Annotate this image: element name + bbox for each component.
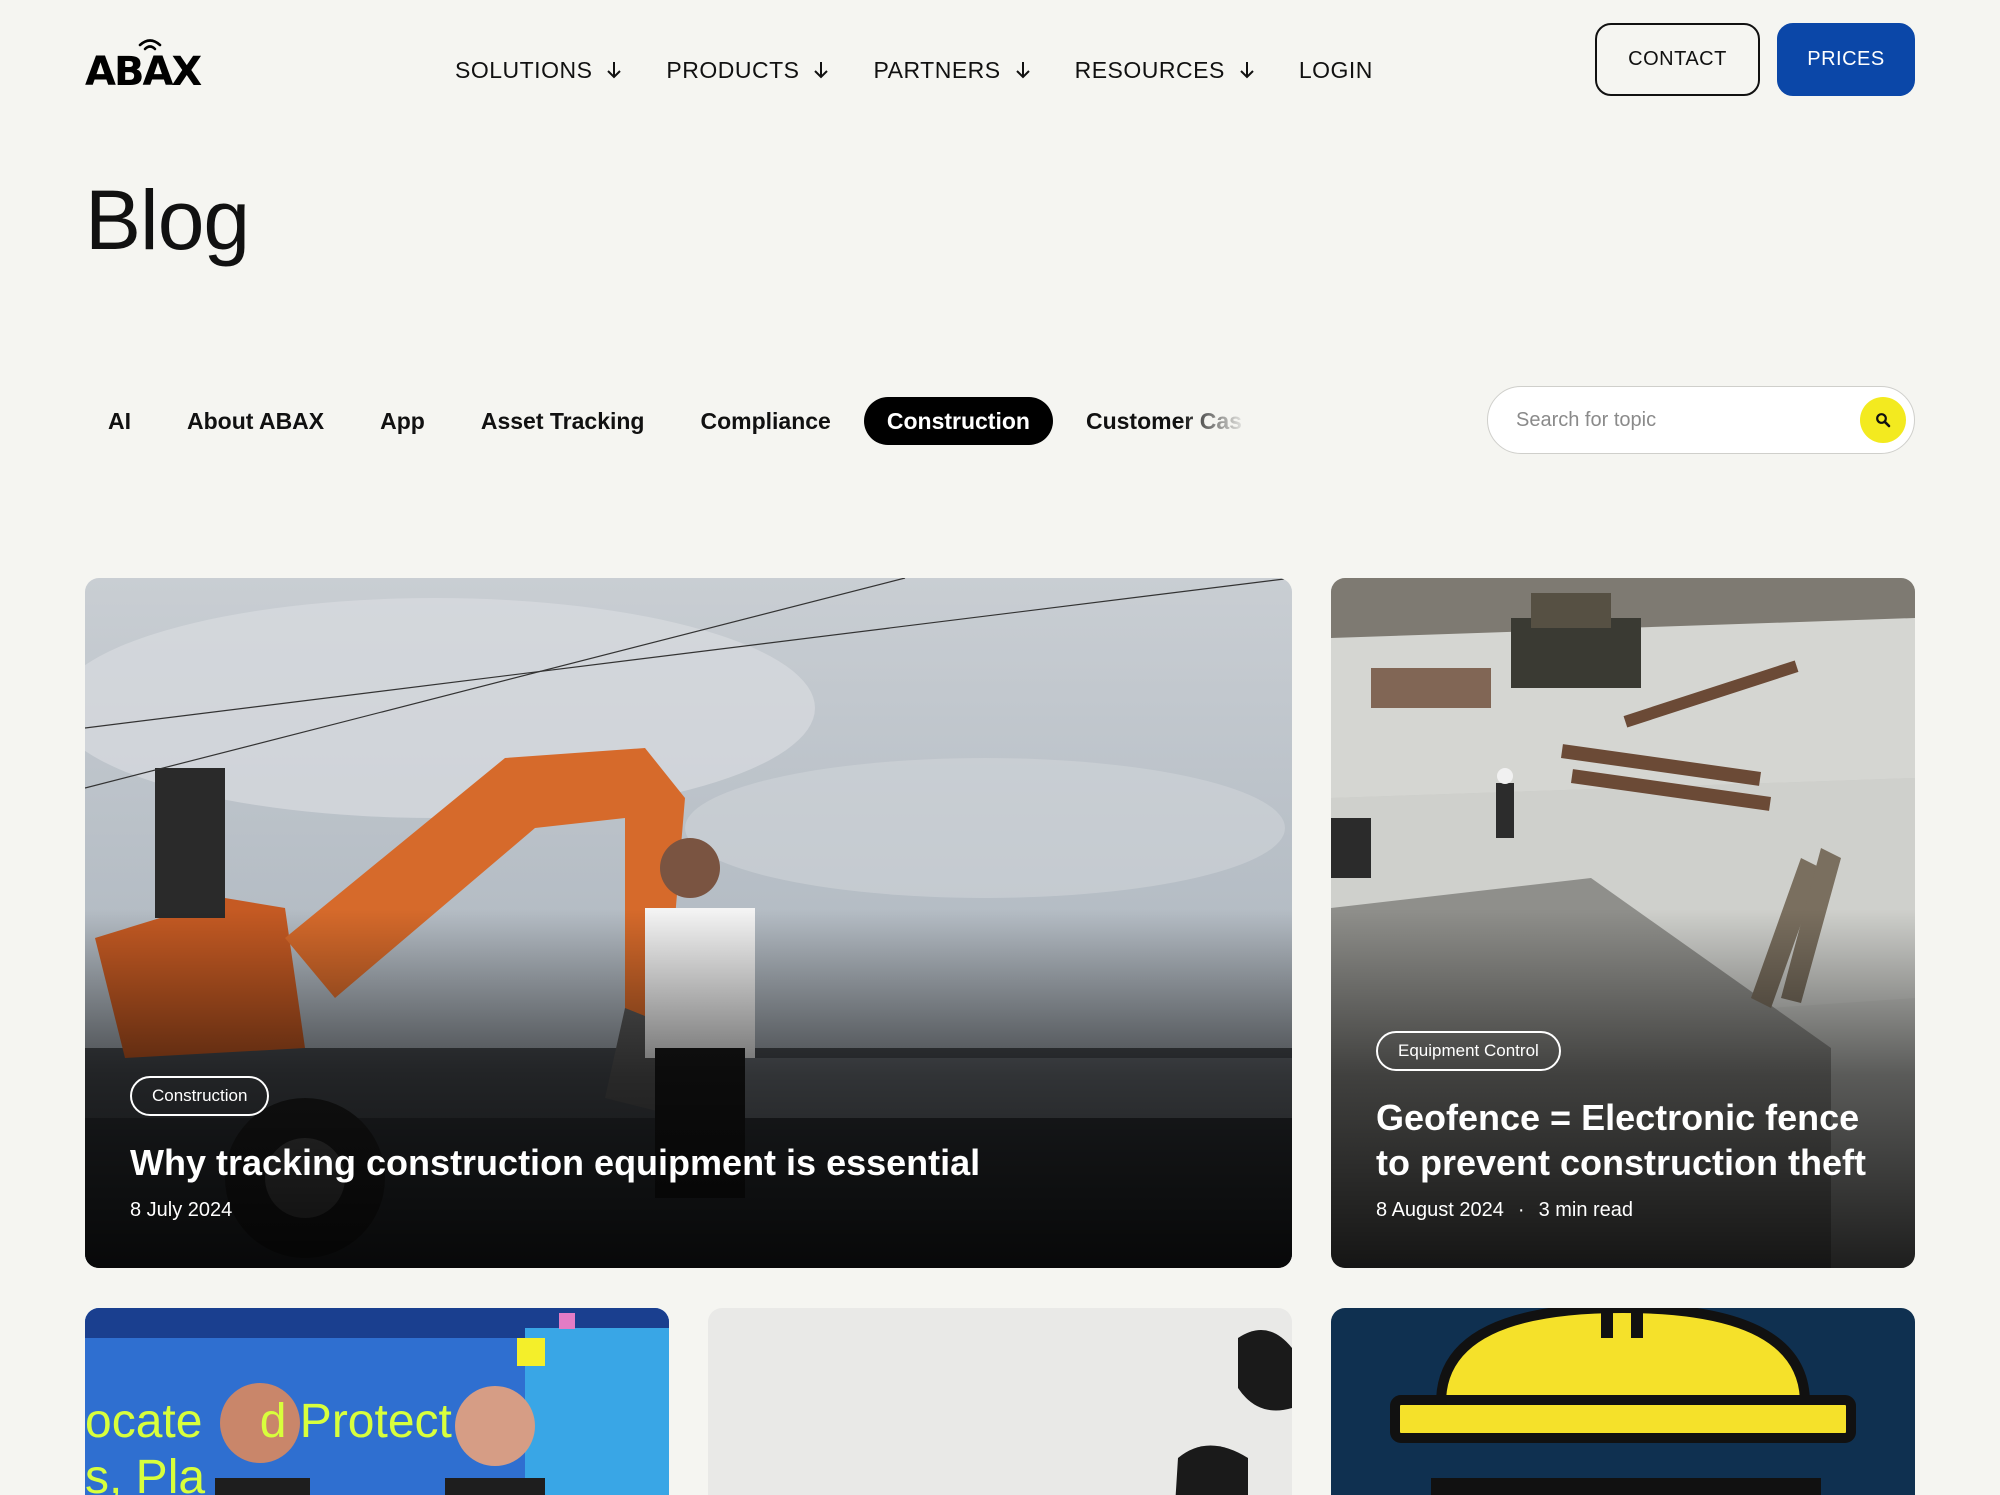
- nav-login-label: LOGIN: [1298, 56, 1373, 83]
- gloves-photo: [708, 1308, 1292, 1495]
- prices-button[interactable]: PRICES: [1777, 23, 1915, 96]
- tab-ai[interactable]: AI: [85, 397, 154, 445]
- page-title: Blog: [85, 173, 250, 267]
- tab-compliance[interactable]: Compliance: [677, 397, 853, 445]
- search-icon: [1876, 413, 1891, 428]
- read-time: 3 min read: [1538, 1199, 1634, 1221]
- post-card[interactable]: [708, 1308, 1292, 1495]
- nav-partners[interactable]: PARTNERS: [873, 57, 1030, 84]
- nav-products[interactable]: PRODUCTS: [666, 57, 829, 84]
- nav-partners-label: PARTNERS: [873, 56, 1001, 83]
- arrow-down-icon: [1015, 62, 1030, 79]
- hard-hat-illustration: [1331, 1308, 1915, 1495]
- category-tag[interactable]: Construction: [130, 1076, 270, 1116]
- post-title: Geofence = Electronic fence to prevent c…: [1376, 1097, 1867, 1183]
- tab-app[interactable]: App: [357, 397, 448, 445]
- tab-asset-tracking[interactable]: Asset Tracking: [458, 397, 668, 445]
- image-text-line-1: ocate d Protect: [85, 1394, 452, 1449]
- nav-solutions[interactable]: SOLUTIONS: [455, 57, 622, 84]
- arrow-down-icon: [1240, 62, 1254, 79]
- card-content: Construction Why tracking construction e…: [130, 1076, 1252, 1222]
- main-nav: SOLUTIONS PRODUCTS PARTNERS RESOURCES LO…: [455, 54, 1373, 86]
- featured-post-card[interactable]: Construction Why tracking construction e…: [85, 578, 1292, 1268]
- post-meta: 8 July 2024: [130, 1199, 1252, 1222]
- image-text-line-2: s, Pla: [85, 1451, 206, 1495]
- arrow-down-icon: [814, 62, 829, 79]
- post-card[interactable]: [1331, 1308, 1915, 1495]
- nav-products-label: PRODUCTS: [666, 56, 800, 83]
- tabs-fade-overlay: [1180, 396, 1260, 446]
- logo-text: ABAX: [85, 49, 202, 95]
- arrow-down-icon: [607, 62, 622, 79]
- search-box: [1487, 386, 1915, 454]
- nav-resources-label: RESOURCES: [1074, 56, 1225, 83]
- image-text-fragment: ocate: [85, 1395, 203, 1448]
- nav-solutions-label: SOLUTIONS: [455, 56, 593, 83]
- post-title: Why tracking construction equipment is e…: [130, 1142, 981, 1183]
- abax-logo[interactable]: ABAX: [85, 36, 202, 92]
- nav-resources[interactable]: RESOURCES: [1075, 57, 1255, 84]
- contact-button[interactable]: CONTACT: [1595, 23, 1760, 96]
- tab-about-abax[interactable]: About ABAX: [164, 397, 347, 445]
- featured-post-card[interactable]: Equipment Control Geofence = Electronic …: [1331, 578, 1915, 1268]
- post-meta: 8 August 2024 · 3 min read: [1376, 1199, 1875, 1222]
- card-content: Equipment Control Geofence = Electronic …: [1376, 1031, 1875, 1222]
- tab-construction[interactable]: Construction: [863, 397, 1053, 445]
- category-tabs: AI About ABAX App Asset Tracking Complia…: [85, 396, 1255, 446]
- post-card[interactable]: ocate d Protect s, Pla: [85, 1308, 669, 1495]
- nav-login[interactable]: LOGIN: [1299, 57, 1373, 84]
- image-text-fragment: d Protect: [259, 1395, 452, 1448]
- post-date: 8 August 2024: [1376, 1199, 1504, 1221]
- search-button[interactable]: [1860, 397, 1906, 443]
- meta-separator: ·: [1517, 1199, 1525, 1221]
- category-tag[interactable]: Equipment Control: [1376, 1031, 1561, 1071]
- search-input[interactable]: [1516, 408, 1816, 432]
- post-date: 8 July 2024: [130, 1199, 233, 1221]
